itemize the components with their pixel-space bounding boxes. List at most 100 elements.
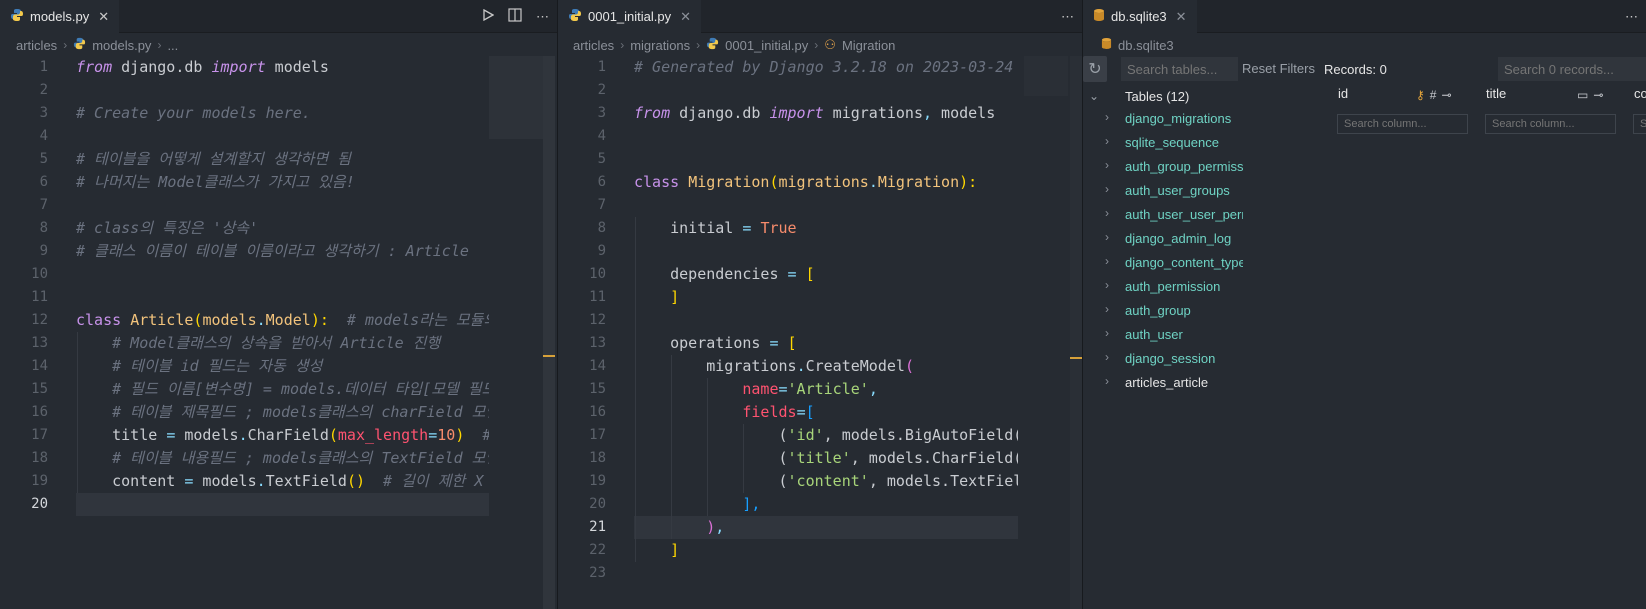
code-line[interactable]: 15 name='Article', bbox=[558, 378, 1018, 401]
breadcrumb-item[interactable]: ... bbox=[167, 38, 178, 53]
column-header-id[interactable]: id bbox=[1338, 86, 1348, 108]
breadcrumb-item[interactable]: models.py bbox=[92, 38, 151, 53]
code-line[interactable]: 3 # Create your models here. bbox=[0, 102, 489, 125]
code-token: 'content' bbox=[787, 472, 869, 490]
code-line[interactable]: 10 bbox=[0, 263, 489, 286]
search-records-input[interactable] bbox=[1498, 57, 1646, 81]
breadcrumb-item[interactable]: 0001_initial.py bbox=[725, 38, 808, 53]
code-line[interactable]: 19 content = models.TextField() # 길이 제한 … bbox=[0, 470, 489, 493]
split-editor-icon[interactable] bbox=[508, 8, 522, 25]
code-line[interactable]: 21 ), bbox=[558, 516, 1018, 539]
code-token: name bbox=[742, 380, 779, 398]
table-name: django_content_type bbox=[1125, 255, 1243, 270]
pin-icon[interactable]: ⊸ bbox=[1441, 88, 1451, 102]
chevron-right-icon: › bbox=[1105, 206, 1109, 220]
code-line[interactable]: 2 bbox=[0, 79, 489, 102]
table-tree-item[interactable]: › auth_group bbox=[1083, 300, 1243, 322]
run-icon[interactable] bbox=[482, 8, 495, 24]
code-line[interactable]: 4 bbox=[0, 125, 489, 148]
reset-filters-button[interactable]: Reset Filters bbox=[1242, 61, 1315, 76]
code-token: ) bbox=[706, 518, 716, 536]
code-line[interactable]: 11 bbox=[0, 286, 489, 309]
code-line[interactable]: 20 bbox=[0, 493, 489, 516]
tab-models-py[interactable]: models.py ✕ bbox=[0, 0, 120, 33]
table-tree-item[interactable]: › auth_user bbox=[1083, 324, 1243, 346]
code-line[interactable]: 12 class Article(models.Model): # models라… bbox=[0, 309, 489, 332]
code-line[interactable]: 16 fields=[ bbox=[558, 401, 1018, 424]
code-line[interactable]: 13 # Model클래스의 상속을 받아서 Article 진행 bbox=[0, 332, 489, 355]
code-line[interactable]: 7 bbox=[0, 194, 489, 217]
table-tree-item[interactable]: › articles_article bbox=[1083, 372, 1243, 394]
code-token: . bbox=[256, 472, 266, 490]
code-line[interactable]: 23 bbox=[558, 562, 1018, 585]
close-icon[interactable]: ✕ bbox=[1176, 9, 1187, 25]
column-search-input[interactable] bbox=[1633, 114, 1646, 134]
more-actions-icon[interactable]: ⋯ bbox=[1061, 9, 1074, 25]
code-line[interactable]: 8 # class의 특징은 '상속' bbox=[0, 217, 489, 240]
table-tree-item[interactable]: › auth_group_permissions bbox=[1083, 156, 1243, 178]
code-line[interactable]: 8 initial = True bbox=[558, 217, 1018, 240]
code-line[interactable]: 19 ('content', models.TextFiel bbox=[558, 470, 1018, 493]
code-line[interactable]: 9 bbox=[558, 240, 1018, 263]
breadcrumb-item[interactable]: db.sqlite3 bbox=[1118, 38, 1174, 53]
more-actions-icon[interactable]: ⋯ bbox=[1625, 9, 1638, 25]
code-line[interactable]: 14 # 테이블 id 필드는 자동 생성 bbox=[0, 355, 489, 378]
code-line[interactable]: 15 # 필드 이름[변수명] = models.데이터 타입[모델 필드 bbox=[0, 378, 489, 401]
code-line[interactable]: 16 # 테이블 제목필드 ; models클래스의 charField 모델 bbox=[0, 401, 489, 424]
code-line[interactable]: 14 migrations.CreateModel( bbox=[558, 355, 1018, 378]
scrollbar[interactable] bbox=[543, 56, 555, 609]
code-line[interactable]: 1 from django.db import models bbox=[0, 56, 489, 79]
table-tree-item[interactable]: › auth_user_groups bbox=[1083, 180, 1243, 202]
code-line[interactable]: 7 bbox=[558, 194, 1018, 217]
code-line[interactable]: 22 ] bbox=[558, 539, 1018, 562]
tab-0001-initial-py[interactable]: 0001_initial.py ✕ bbox=[558, 0, 702, 33]
table-tree-item[interactable]: › django_session bbox=[1083, 348, 1243, 370]
breadcrumb-item[interactable]: Migration bbox=[842, 38, 895, 53]
code-line[interactable]: 10 dependencies = [ bbox=[558, 263, 1018, 286]
code-line[interactable]: 12 bbox=[558, 309, 1018, 332]
code-line[interactable]: 6 class Migration(migrations.Migration): bbox=[558, 171, 1018, 194]
code-line[interactable]: 13 operations = [ bbox=[558, 332, 1018, 355]
close-icon[interactable]: ✕ bbox=[680, 9, 691, 25]
column-search-input[interactable] bbox=[1485, 114, 1616, 134]
table-tree-item[interactable]: › sqlite_sequence bbox=[1083, 132, 1243, 154]
minimap[interactable] bbox=[489, 56, 543, 139]
pin-icon[interactable]: ⊸ bbox=[1593, 88, 1603, 102]
code-line[interactable]: 5 bbox=[558, 148, 1018, 171]
column-search-input[interactable] bbox=[1337, 114, 1468, 134]
scroll-marker bbox=[543, 355, 555, 357]
table-tree-item[interactable]: › django_migrations bbox=[1083, 108, 1243, 130]
code-line[interactable]: 4 bbox=[558, 125, 1018, 148]
refresh-icon[interactable]: ↻ bbox=[1083, 56, 1107, 82]
table-tree-item[interactable]: › auth_user_user_permissions bbox=[1083, 204, 1243, 226]
table-tree-item[interactable]: › django_content_type bbox=[1083, 252, 1243, 274]
code-line[interactable]: 20 ], bbox=[558, 493, 1018, 516]
tab-db-sqlite3[interactable]: db.sqlite3 ✕ bbox=[1083, 0, 1197, 33]
code-line[interactable]: 18 ('title', models.CharField( bbox=[558, 447, 1018, 470]
minimap[interactable] bbox=[1024, 56, 1068, 96]
code-line[interactable]: 1 # Generated by Django 3.2.18 on 2023-03… bbox=[558, 56, 1018, 79]
breadcrumb-item[interactable]: articles bbox=[16, 38, 57, 53]
scrollbar[interactable] bbox=[1070, 56, 1082, 609]
table-tree-item[interactable]: › auth_permission bbox=[1083, 276, 1243, 298]
close-icon[interactable]: ✕ bbox=[98, 9, 109, 25]
code-line[interactable]: 11 ] bbox=[558, 286, 1018, 309]
code-line[interactable]: 6 # 나머지는 Model클래스가 가지고 있음! bbox=[0, 171, 489, 194]
more-actions-icon[interactable]: ⋯ bbox=[536, 9, 549, 25]
code-line[interactable]: 18 # 테이블 내용필드 ; models클래스의 TextField 모델 bbox=[0, 447, 489, 470]
code-editor-migration[interactable]: 1 # Generated by Django 3.2.18 on 2023-03… bbox=[558, 56, 1082, 609]
search-tables-input[interactable] bbox=[1121, 57, 1238, 81]
code-line[interactable]: 9 # 클래스 이름이 테이블 이름이라고 생각하기 : Article bbox=[0, 240, 489, 263]
code-line[interactable]: 2 bbox=[558, 79, 1018, 102]
code-line[interactable]: 17 title = models.CharField(max_length=1… bbox=[0, 424, 489, 447]
table-tree-item[interactable]: › django_admin_log bbox=[1083, 228, 1243, 250]
code-line[interactable]: 5 # 테이블을 어떻게 설계할지 생각하면 됨 bbox=[0, 148, 489, 171]
tables-tree-header[interactable]: ⌄ Tables (12) bbox=[1083, 86, 1243, 108]
code-editor-models[interactable]: 1 from django.db import models 2 3 # Create … bbox=[0, 56, 557, 609]
code-line[interactable]: 3 from django.db import migrations, model… bbox=[558, 102, 1018, 125]
code-line[interactable]: 17 ('id', models.BigAutoField( bbox=[558, 424, 1018, 447]
column-header-content[interactable]: co bbox=[1634, 86, 1646, 108]
breadcrumb-item[interactable]: articles bbox=[573, 38, 614, 53]
column-header-title[interactable]: title bbox=[1486, 86, 1506, 108]
breadcrumb-item[interactable]: migrations bbox=[630, 38, 690, 53]
